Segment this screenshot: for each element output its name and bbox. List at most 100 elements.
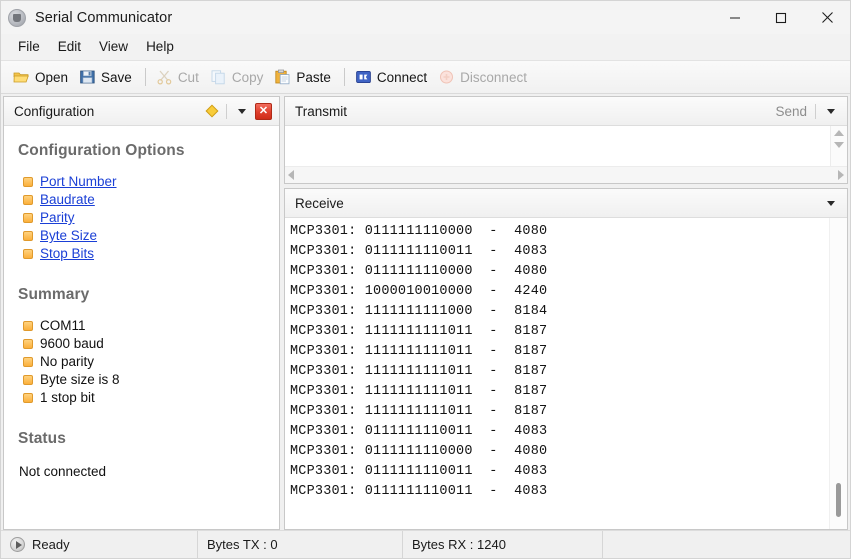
transmit-header-separator [815, 104, 816, 119]
configuration-pane-title: Configuration [14, 104, 204, 119]
configuration-pane: Configuration ✕ Configuration Options Po… [3, 96, 280, 530]
connect-button-label: Connect [377, 70, 427, 85]
summary-value-baudrate: 9600 baud [40, 335, 104, 352]
configuration-body: Configuration Options Port Number Baudra… [4, 126, 279, 529]
bullet-icon [23, 231, 33, 241]
folder-open-icon [13, 69, 30, 85]
bullet-icon [23, 177, 33, 187]
status-value: Not connected [19, 464, 265, 479]
ready-play-icon [10, 537, 25, 552]
receive-panel-title: Receive [295, 196, 823, 211]
receive-vertical-scrollbar[interactable] [829, 218, 847, 529]
close-icon [821, 11, 834, 24]
list-item[interactable]: Byte Size [23, 227, 265, 244]
status-bar-ready-cell: Ready [1, 531, 197, 558]
list-item[interactable]: Stop Bits [23, 245, 265, 262]
bullet-icon [23, 339, 33, 349]
configuration-header-separator [226, 104, 227, 119]
disconnect-button: Disconnect [434, 66, 534, 88]
menu-item-help[interactable]: Help [137, 36, 183, 58]
menu-item-view[interactable]: View [90, 36, 137, 58]
toolbar: Open Save Cut [1, 61, 850, 94]
chevron-down-icon[interactable] [234, 103, 250, 119]
transmit-input-area [285, 126, 847, 166]
option-link-port-number[interactable]: Port Number [40, 173, 117, 190]
summary-heading: Summary [18, 286, 265, 304]
summary-value-stop-bits: 1 stop bit [40, 389, 95, 406]
option-link-parity[interactable]: Parity [40, 209, 75, 226]
maximize-button[interactable] [758, 1, 804, 34]
configuration-pane-header: Configuration ✕ [4, 97, 279, 126]
copy-pages-icon [210, 69, 227, 85]
triangle-right-icon[interactable] [838, 170, 844, 180]
option-link-byte-size[interactable]: Byte Size [40, 227, 97, 244]
list-item: COM11 [23, 317, 265, 334]
plug-connect-icon [355, 69, 372, 85]
list-item: 9600 baud [23, 335, 265, 352]
menu-bar: File Edit View Help [1, 34, 850, 61]
window-title: Serial Communicator [35, 10, 172, 26]
floppy-disk-icon [79, 69, 96, 85]
bullet-icon [23, 321, 33, 331]
cut-button: Cut [152, 66, 206, 88]
receive-log[interactable]: MCP3301: 0111111110000 - 4080 MCP3301: 0… [285, 218, 829, 529]
toolbar-separator-1 [145, 68, 146, 86]
save-button[interactable]: Save [75, 66, 139, 88]
chevron-down-icon[interactable] [823, 195, 839, 211]
chevron-down-icon[interactable] [823, 103, 839, 119]
summary-list: COM11 9600 baud No parity Byte size is 8 [23, 317, 265, 406]
triangle-down-icon[interactable] [834, 142, 844, 148]
transmit-panel-title: Transmit [295, 104, 775, 119]
triangle-left-icon[interactable] [288, 170, 294, 180]
minimize-icon [729, 12, 741, 24]
copy-button: Copy [206, 66, 271, 88]
summary-value-parity: No parity [40, 353, 94, 370]
bullet-icon [23, 375, 33, 385]
minimize-button[interactable] [712, 1, 758, 34]
menu-item-edit[interactable]: Edit [49, 36, 90, 58]
send-button[interactable]: Send [775, 104, 809, 119]
bullet-icon [23, 195, 33, 205]
receive-panel-header: Receive [285, 189, 847, 218]
open-button[interactable]: Open [9, 66, 75, 88]
configuration-options-list: Port Number Baudrate Parity Byte Size [23, 173, 265, 262]
bullet-icon [23, 249, 33, 259]
list-item[interactable]: Port Number [23, 173, 265, 190]
paste-button[interactable]: Paste [270, 66, 338, 88]
save-button-label: Save [101, 70, 132, 85]
window-controls [712, 1, 850, 34]
status-bar-bytes-tx: Bytes TX : 0 [197, 531, 402, 558]
receive-scrollbar-thumb[interactable] [836, 483, 841, 517]
menu-item-file[interactable]: File [9, 36, 49, 58]
close-button[interactable] [804, 1, 850, 34]
clipboard-icon [274, 69, 291, 85]
status-bar-ready-label: Ready [32, 537, 70, 552]
status-bar: Ready Bytes TX : 0 Bytes RX : 1240 [1, 530, 850, 558]
status-bar-bytes-rx: Bytes RX : 1240 [402, 531, 602, 558]
list-item: No parity [23, 353, 265, 370]
connect-button[interactable]: Connect [351, 66, 434, 88]
plug-broken-icon [438, 69, 455, 85]
configuration-options-heading: Configuration Options [18, 142, 265, 160]
serial-io-pane: Transmit Send [284, 96, 848, 530]
list-item[interactable]: Parity [23, 209, 265, 226]
copy-button-label: Copy [232, 70, 264, 85]
triangle-up-icon[interactable] [834, 130, 844, 136]
option-link-stop-bits[interactable]: Stop Bits [40, 245, 94, 262]
transmit-input[interactable] [285, 126, 830, 166]
title-bar: Serial Communicator [1, 1, 850, 34]
transmit-horizontal-scrollbar[interactable] [285, 166, 847, 183]
option-link-baudrate[interactable]: Baudrate [40, 191, 95, 208]
transmit-vertical-scrollbar[interactable] [830, 126, 847, 166]
scissors-icon [156, 69, 173, 85]
paste-button-label: Paste [296, 70, 331, 85]
transmit-panel: Transmit Send [284, 96, 848, 184]
pin-diamond-icon[interactable] [204, 103, 220, 119]
list-item[interactable]: Baudrate [23, 191, 265, 208]
receive-body: MCP3301: 0111111110000 - 4080 MCP3301: 0… [285, 218, 847, 529]
configuration-close-icon[interactable]: ✕ [255, 103, 272, 120]
bullet-icon [23, 213, 33, 223]
summary-value-port: COM11 [40, 317, 86, 334]
transmit-panel-header: Transmit Send [285, 97, 847, 126]
bullet-icon [23, 393, 33, 403]
